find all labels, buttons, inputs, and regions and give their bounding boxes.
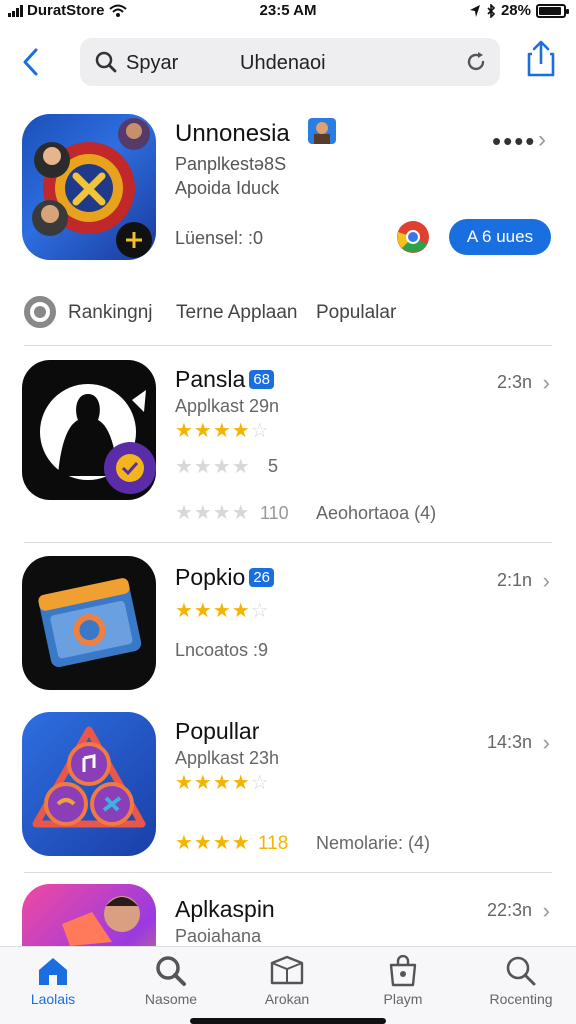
app-name: Popkio 26 bbox=[175, 564, 275, 591]
review-summary: Nemolarie: (4) bbox=[316, 833, 431, 853]
app-time: 14:3n bbox=[486, 732, 532, 752]
search-query: Uhdenaoi bbox=[240, 52, 326, 74]
rating-count: 5 bbox=[268, 456, 279, 476]
star-rating-faint: ★★★★ bbox=[175, 502, 251, 524]
star-rating-faint: ★★★★ bbox=[175, 456, 251, 478]
app-name: Popullar bbox=[175, 718, 260, 744]
list-item[interactable]: Popkio 26 ★★★★☆ Lncoatos :9 2:1n › bbox=[0, 556, 576, 696]
location-icon bbox=[469, 4, 480, 17]
featured-app-title: Unnonesia bbox=[175, 120, 290, 147]
share-icon[interactable] bbox=[526, 40, 556, 78]
more-options-icon[interactable]: •••• bbox=[492, 126, 536, 157]
tab-label: Laolais bbox=[30, 991, 76, 1007]
ranking-icon bbox=[24, 296, 56, 328]
bluetooth-icon bbox=[487, 3, 496, 18]
app-name: Pansla 68 bbox=[175, 366, 275, 393]
back-chevron-icon[interactable] bbox=[16, 44, 48, 80]
chevron-right-icon[interactable]: › bbox=[543, 898, 550, 924]
app-time: 22:3n bbox=[486, 900, 532, 920]
review-summary: Aeohortaoa (4) bbox=[316, 503, 437, 523]
status-bar: DuratStore 23:5 AM 28% bbox=[0, 0, 576, 22]
featured-app-meta: Lüensel: :0 bbox=[175, 228, 264, 248]
chevron-right-icon[interactable]: › bbox=[543, 370, 550, 396]
rank-badge: 26 bbox=[249, 568, 275, 587]
tab-label: Nasome bbox=[144, 991, 198, 1007]
app-icon[interactable] bbox=[22, 556, 156, 690]
filter-top-apps[interactable]: Terne Applaan bbox=[176, 302, 298, 324]
box-icon bbox=[270, 955, 304, 985]
home-indicator bbox=[190, 1018, 386, 1024]
app-subtitle: Lncoatos :9 bbox=[175, 640, 269, 660]
navigation-bar: Spyar Uhdenaoi bbox=[0, 36, 576, 88]
tab-apps[interactable]: Arokan bbox=[242, 955, 332, 1007]
filter-popular[interactable]: Populalar bbox=[316, 302, 396, 324]
list-item[interactable]: Popullar Applkast 23h ★★★★☆ ★★★★ 118 Nem… bbox=[0, 712, 576, 872]
ranking-filter-bar: Rankingnj Terne Applaan Populalar bbox=[0, 294, 576, 332]
app-icon[interactable] bbox=[22, 360, 156, 500]
app-subtitle: Paoiahana bbox=[175, 926, 262, 946]
chevron-right-icon[interactable]: › bbox=[543, 568, 550, 594]
tab-search[interactable]: Nasome bbox=[126, 955, 216, 1007]
search-icon bbox=[156, 956, 186, 986]
app-icon[interactable] bbox=[22, 884, 156, 946]
search-field[interactable]: Spyar Uhdenaoi bbox=[80, 38, 500, 86]
app-icon[interactable] bbox=[22, 712, 156, 856]
featured-app-card[interactable]: Unnonesia Panplkestǝ8S Apoida Iduck Lüen… bbox=[0, 112, 576, 268]
featured-app-developer: Apoida Iduck bbox=[175, 178, 280, 198]
star-rating: ★★★★ bbox=[175, 832, 251, 854]
filter-ranking[interactable]: Rankingnj bbox=[68, 302, 153, 324]
divider bbox=[24, 872, 552, 873]
app-subtitle: Applkast 23h bbox=[175, 748, 280, 768]
bag-icon bbox=[389, 955, 417, 987]
chevron-right-icon[interactable]: › bbox=[543, 730, 550, 756]
tab-recent[interactable]: Rocenting bbox=[476, 955, 566, 1007]
app-time: 2:1n bbox=[496, 570, 532, 590]
rank-badge: 68 bbox=[249, 370, 275, 389]
search-icon bbox=[506, 956, 536, 986]
reload-icon[interactable] bbox=[464, 50, 488, 74]
battery-icon bbox=[536, 3, 569, 18]
app-name: Aplkaspin bbox=[175, 896, 275, 922]
tab-bar: Laolais Nasome Arokan Playm Rocenting bbox=[0, 946, 576, 1024]
featured-app-subtitle: Panplkestǝ8S bbox=[175, 154, 287, 174]
featured-app-icon[interactable] bbox=[22, 114, 156, 260]
divider bbox=[24, 542, 552, 543]
tab-label: Rocenting bbox=[489, 991, 553, 1007]
star-rating: ★★★★☆ bbox=[175, 600, 270, 622]
developer-avatar-icon bbox=[308, 118, 336, 144]
rating-total: 110 bbox=[260, 503, 289, 523]
browser-icon bbox=[397, 221, 429, 253]
star-rating: ★★★★☆ bbox=[175, 420, 270, 442]
tab-today[interactable]: Laolais bbox=[8, 955, 98, 1007]
list-item[interactable]: Pansla 68 Applkast 29n ★★★★☆ ★★★★ 5 ★★★★ … bbox=[0, 360, 576, 540]
get-button[interactable]: A 6 uues bbox=[449, 219, 551, 255]
search-icon bbox=[95, 51, 117, 73]
app-time: 2:3n bbox=[496, 372, 532, 392]
divider bbox=[24, 345, 552, 346]
star-rating: ★★★★☆ bbox=[175, 772, 270, 794]
battery-percent: 28% bbox=[500, 2, 531, 19]
list-item[interactable]: Aplkaspin Paoiahana 22:3n › bbox=[0, 884, 576, 946]
search-label: Spyar bbox=[126, 52, 179, 74]
tab-label: Playm bbox=[383, 991, 423, 1007]
tab-games[interactable]: Playm bbox=[358, 955, 448, 1007]
rating-total: 118 bbox=[258, 833, 289, 854]
app-subtitle: Applkast 29n bbox=[175, 396, 280, 416]
tab-label: Arokan bbox=[264, 991, 310, 1007]
chevron-right-icon[interactable]: › bbox=[538, 126, 546, 154]
home-icon bbox=[39, 958, 67, 985]
